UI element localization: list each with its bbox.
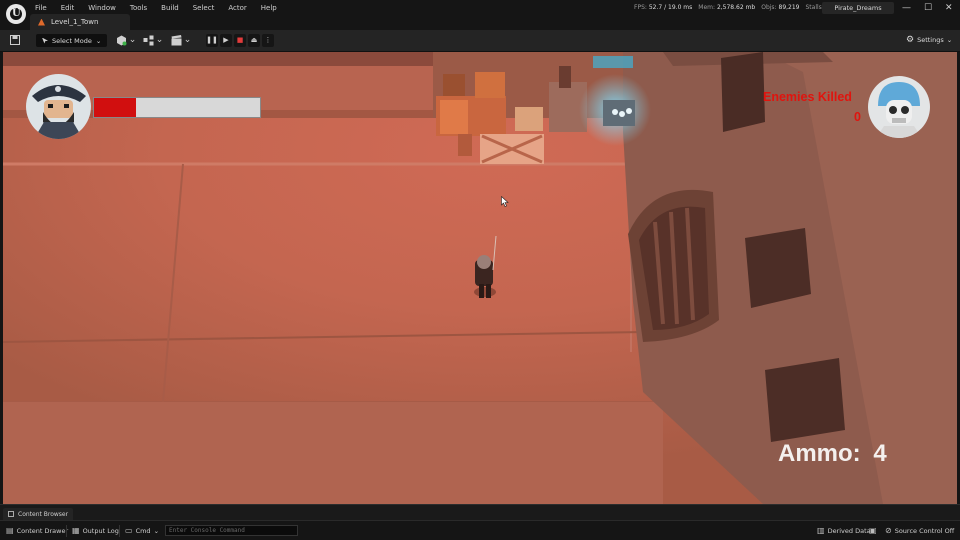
unreal-logo-icon[interactable]: U xyxy=(6,4,26,24)
derived-data-label: Derived Data xyxy=(827,526,871,535)
divider xyxy=(66,525,67,537)
source-control-label: Source Control Off xyxy=(894,526,955,535)
output-log-label: Output Log xyxy=(82,526,119,535)
cursor-icon xyxy=(42,37,48,44)
ammo-value: 4 xyxy=(873,440,887,467)
chevron-down-icon: ⌄ xyxy=(153,526,160,535)
console-command-input[interactable]: Enter Console Command xyxy=(165,525,298,536)
main-toolbar: Select Mode ⌄ ⌄ ⌄ ⌄ ❚❚ ▶ ■ ⏏ ⋮ ⚙ Setting… xyxy=(0,30,960,52)
game-scene xyxy=(3,52,957,504)
game-viewport[interactable]: Enemies Killed 0 Ammo: 4 xyxy=(3,52,957,504)
menu-window[interactable]: Window xyxy=(88,3,122,13)
tab-level-label: Level_1_Town xyxy=(51,18,99,26)
content-browser-icon xyxy=(8,511,14,517)
save-icon[interactable] xyxy=(9,35,20,46)
enemies-killed-count: 0 xyxy=(854,110,861,124)
content-drawer-label: Content Drawer xyxy=(16,526,69,535)
health-fill xyxy=(94,98,136,117)
source-control-button[interactable]: ⊘ Source Control Off xyxy=(885,526,954,535)
fps-stat: FPS: 52.7 / 19.0 ms xyxy=(634,4,693,11)
terminal-icon: ▭ xyxy=(125,526,133,535)
minimize-button[interactable]: — xyxy=(902,2,911,14)
tab-level[interactable]: Level_1_Town xyxy=(30,14,130,30)
select-mode-label: Select Mode xyxy=(52,36,92,45)
player-portrait xyxy=(26,74,91,139)
ammo-counter: Ammo: 4 xyxy=(778,440,887,468)
tab-content-browser-label: Content Browser xyxy=(18,510,69,518)
save-all-icon[interactable]: ▣ xyxy=(869,526,877,535)
menu-file[interactable]: File xyxy=(35,3,53,13)
health-bar xyxy=(93,97,261,118)
level-icon xyxy=(38,18,45,26)
chevron-down-icon[interactable]: ⌄ xyxy=(154,35,165,46)
menu-edit[interactable]: Edit xyxy=(61,3,81,13)
drawer-icon: ▤ xyxy=(6,526,14,535)
frame-skip-button[interactable]: ▶ xyxy=(220,34,232,47)
play-controls: ❚❚ ▶ ■ ⏏ ⋮ xyxy=(206,34,274,47)
settings-button[interactable]: ⚙ Settings ⌄ xyxy=(906,35,952,45)
mem-stat: Mem: 2,578.62 mb xyxy=(698,4,756,11)
title-bar: U File Edit Window Tools Build Select Ac… xyxy=(0,0,960,30)
blueprint-icon[interactable] xyxy=(143,35,154,46)
chevron-down-icon[interactable]: ⌄ xyxy=(182,35,193,46)
pause-button[interactable]: ❚❚ xyxy=(206,34,218,47)
menu-build[interactable]: Build xyxy=(161,3,185,13)
source-control-icon: ⊘ xyxy=(885,526,892,535)
menu-tools[interactable]: Tools xyxy=(130,3,153,13)
derived-data-button[interactable]: ▥ Derived Data xyxy=(817,526,871,535)
status-bar: ▤ Content Drawer ▦ Output Log ▭ Cmd ⌄ En… xyxy=(0,520,960,540)
menu-help[interactable]: Help xyxy=(261,3,283,13)
project-name[interactable]: Pirate_Dreams xyxy=(822,2,894,14)
menu-select[interactable]: Select xyxy=(193,3,221,13)
select-mode-dropdown[interactable]: Select Mode ⌄ xyxy=(36,34,108,47)
enemy-portrait xyxy=(868,76,930,138)
enemies-killed-label: Enemies Killed xyxy=(763,90,852,104)
settings-label: Settings xyxy=(917,36,944,44)
cmd-dropdown[interactable]: ▭ Cmd ⌄ xyxy=(125,526,159,535)
maximize-button[interactable]: ☐ xyxy=(924,2,932,14)
derived-data-icon: ▥ xyxy=(817,526,825,535)
chevron-down-icon: ⌄ xyxy=(946,36,953,44)
more-options-icon[interactable]: ⋮ xyxy=(262,34,274,47)
menu-bar: File Edit Window Tools Build Select Acto… xyxy=(35,3,291,13)
eject-button[interactable]: ⏏ xyxy=(248,34,260,47)
tab-content-browser[interactable]: Content Browser xyxy=(3,508,74,520)
content-browser-bar: Content Browser xyxy=(0,504,960,520)
cinematics-icon[interactable] xyxy=(171,35,182,46)
ammo-label: Ammo: xyxy=(778,440,861,467)
perf-stats: FPS: 52.7 / 19.0 ms Mem: 2,578.62 mb Obj… xyxy=(634,4,830,11)
menu-actor[interactable]: Actor xyxy=(228,3,252,13)
content-drawer-button[interactable]: ▤ Content Drawer xyxy=(6,526,68,535)
cmd-label: Cmd xyxy=(135,526,151,535)
chevron-down-icon[interactable]: ⌄ xyxy=(127,35,138,46)
chevron-down-icon: ⌄ xyxy=(95,36,102,45)
log-icon: ▦ xyxy=(72,526,80,535)
stop-button[interactable]: ■ xyxy=(234,34,246,47)
add-actor-icon[interactable] xyxy=(116,35,127,46)
mouse-cursor-icon xyxy=(501,196,509,207)
divider xyxy=(119,525,120,537)
gear-icon: ⚙ xyxy=(906,35,915,45)
objs-stat: Objs: 89,219 xyxy=(761,4,800,11)
close-button[interactable]: ✕ xyxy=(945,2,953,14)
output-log-button[interactable]: ▦ Output Log xyxy=(72,526,119,535)
